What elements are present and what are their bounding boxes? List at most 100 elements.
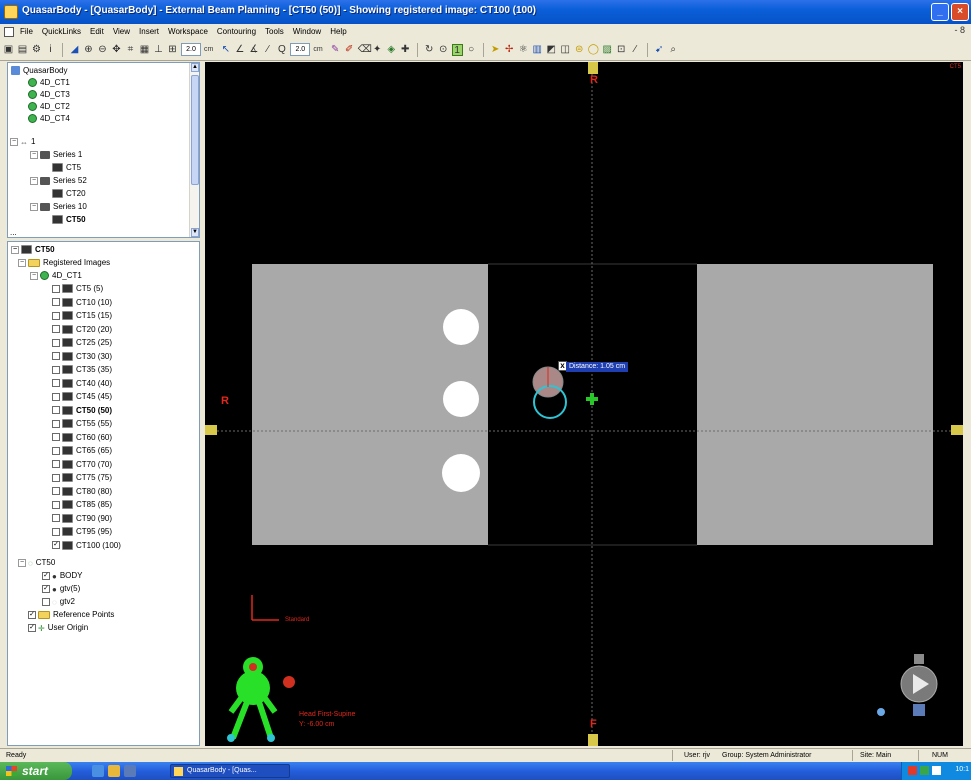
tray-alert-icon[interactable] [908, 766, 917, 775]
registered-image-row[interactable]: CT60 (60) [52, 432, 112, 443]
start-button[interactable]: start [0, 762, 72, 780]
expand-toggle[interactable]: − [30, 271, 38, 280]
registered-image-row[interactable]: CT20 (20) [52, 324, 112, 335]
registered-image-row[interactable]: CT15 (15) [52, 310, 112, 321]
menu-file[interactable]: File [20, 27, 33, 36]
grid-icon[interactable]: ▦ [139, 44, 150, 56]
menu-workspace[interactable]: Workspace [168, 27, 208, 36]
menu-window[interactable]: Window [293, 27, 321, 36]
export-icon[interactable]: ⊡ [616, 44, 627, 56]
menu-edit[interactable]: Edit [90, 27, 104, 36]
overlay-checkbox[interactable] [52, 527, 60, 536]
tree-item-user-origin[interactable]: ✓ ✛ User Origin [28, 622, 88, 633]
registered-image-row[interactable]: CT35 (35) [52, 364, 112, 375]
scroll-down-arrow[interactable]: ▼ [191, 228, 199, 237]
visibility-checkbox[interactable]: ✓ [28, 623, 36, 632]
window-level-icon[interactable]: ◢ [69, 44, 80, 56]
registered-image-row[interactable]: CT70 (70) [52, 459, 112, 470]
overlay-checkbox[interactable] [52, 352, 60, 360]
registered-image-row[interactable]: CT65 (65) [52, 445, 112, 456]
menu-contouring[interactable]: Contouring [217, 27, 256, 36]
report-icon[interactable]: ▨ [602, 44, 613, 56]
quicklaunch-desktop-icon[interactable] [124, 765, 136, 777]
tree-item-4d-ct2[interactable]: 4D_CT2 [28, 101, 70, 112]
line-tool-icon[interactable]: ↖ [220, 44, 231, 56]
measure-icon[interactable]: ⊞ [167, 44, 178, 56]
pencil-icon[interactable]: ∕ [262, 44, 273, 56]
overlay-checkbox[interactable] [52, 473, 60, 482]
beam-icon[interactable]: ➤ [490, 44, 501, 56]
registered-image-row[interactable]: CT50 (50) [52, 405, 112, 416]
tray-network-icon[interactable] [920, 766, 929, 775]
scroll-up-arrow[interactable]: ▲ [191, 63, 199, 72]
expand-toggle[interactable]: − [10, 137, 18, 146]
tray-volume-icon[interactable] [932, 766, 941, 775]
ct-slice-canvas[interactable] [205, 62, 963, 746]
menu-quicklinks[interactable]: QuickLinks [42, 27, 81, 36]
overlay-checkbox[interactable] [52, 514, 60, 522]
overlay-checkbox[interactable] [52, 325, 60, 333]
edit-icon[interactable]: ∕ [630, 44, 641, 56]
registered-image-row[interactable]: CT5 (5) [52, 283, 103, 294]
tree-item-gtv2[interactable]: ◌ gtv2 [42, 596, 75, 607]
registered-image-row[interactable]: ✓ CT100 (100) [52, 540, 121, 551]
interpolate-icon[interactable]: ◈ [386, 44, 397, 56]
tree-item-patient-1[interactable]: − ⇔ 1 [10, 136, 35, 147]
pan-icon[interactable]: ✥ [111, 44, 122, 56]
overlay-checkbox[interactable] [52, 311, 60, 320]
overlay-checkbox[interactable] [52, 433, 60, 441]
tree-item-series-52[interactable]: − Series 52 [30, 175, 87, 186]
registered-image-row[interactable]: CT40 (40) [52, 378, 112, 389]
zoom-out-icon[interactable]: ⊖ [97, 44, 108, 56]
tree-item-structure-set[interactable]: − ◌ CT50 [18, 557, 55, 568]
registered-image-row[interactable]: CT30 (30) [52, 351, 112, 362]
tree-item-reference-points[interactable]: ✓ Reference Points [28, 609, 114, 620]
image-viewport[interactable]: R R F x Distance: 1.05 cm Standard Head … [205, 62, 963, 746]
plan-icon[interactable]: ▥ [532, 44, 543, 56]
crosshair-icon[interactable]: ⌗ [125, 44, 136, 56]
overlay-checkbox[interactable] [52, 446, 60, 455]
slice-toggle[interactable]: 1 [451, 43, 463, 56]
expand-toggle[interactable]: − [30, 150, 38, 159]
menu-help[interactable]: Help [330, 27, 346, 36]
overlay-checkbox[interactable] [52, 392, 60, 401]
overlay-checkbox[interactable] [52, 406, 60, 414]
tree-item-body[interactable]: ✓ ● BODY [42, 570, 83, 581]
minimize-button[interactable]: _ [931, 3, 949, 21]
document-icon[interactable] [4, 26, 14, 37]
expand-toggle[interactable]: − [30, 176, 38, 185]
overlay-checkbox[interactable]: ✓ [52, 541, 60, 549]
registered-image-row[interactable]: CT90 (90) [52, 513, 112, 524]
pointer-icon[interactable]: ➹ [654, 44, 665, 56]
visibility-checkbox[interactable]: ✓ [42, 584, 50, 593]
visibility-checkbox[interactable]: ✓ [42, 571, 50, 580]
isocenter-icon[interactable]: ✢ [504, 44, 515, 56]
dose-icon[interactable]: ⚛ [518, 44, 529, 56]
brush-size-field[interactable]: 2.0 [290, 43, 311, 56]
save-icon[interactable]: ▣ [3, 44, 14, 56]
bev-icon[interactable]: ◫ [560, 44, 571, 56]
overlay-checkbox[interactable] [52, 460, 60, 468]
tree-item-4d-ct1[interactable]: 4D_CT1 [28, 77, 70, 88]
zoom-in-icon[interactable]: ⊕ [83, 44, 94, 56]
tree-scrollbar[interactable]: ▲ ▼ [189, 63, 199, 237]
info-icon[interactable]: i [45, 44, 56, 56]
taskbar-app-button[interactable]: QuasarBody - [Quas... [170, 764, 290, 778]
overlay-checkbox[interactable] [52, 338, 60, 347]
expand-toggle[interactable]: − [18, 258, 26, 267]
tree-item-4d-ct3[interactable]: 4D_CT3 [28, 89, 70, 100]
tree-item-series-1[interactable]: − Series 1 [30, 149, 82, 160]
visibility-checkbox[interactable]: ✓ [28, 610, 36, 619]
secondary-view-edge[interactable] [963, 62, 971, 746]
overlay-checkbox[interactable] [52, 487, 60, 495]
search-icon[interactable]: ⊙ [438, 44, 449, 56]
tree-item-gtv5[interactable]: ✓ ● gtv(5) [42, 583, 80, 594]
overlay-checkbox[interactable] [52, 298, 60, 306]
overlay-checkbox[interactable] [52, 284, 60, 293]
circle-icon[interactable]: ◯ [588, 44, 599, 56]
menu-view[interactable]: View [113, 27, 130, 36]
print-icon[interactable]: ▤ [17, 44, 28, 56]
registered-image-row[interactable]: CT25 (25) [52, 337, 112, 348]
registered-image-row[interactable]: CT80 (80) [52, 486, 112, 497]
mlc-icon[interactable]: ⊜ [574, 44, 585, 56]
